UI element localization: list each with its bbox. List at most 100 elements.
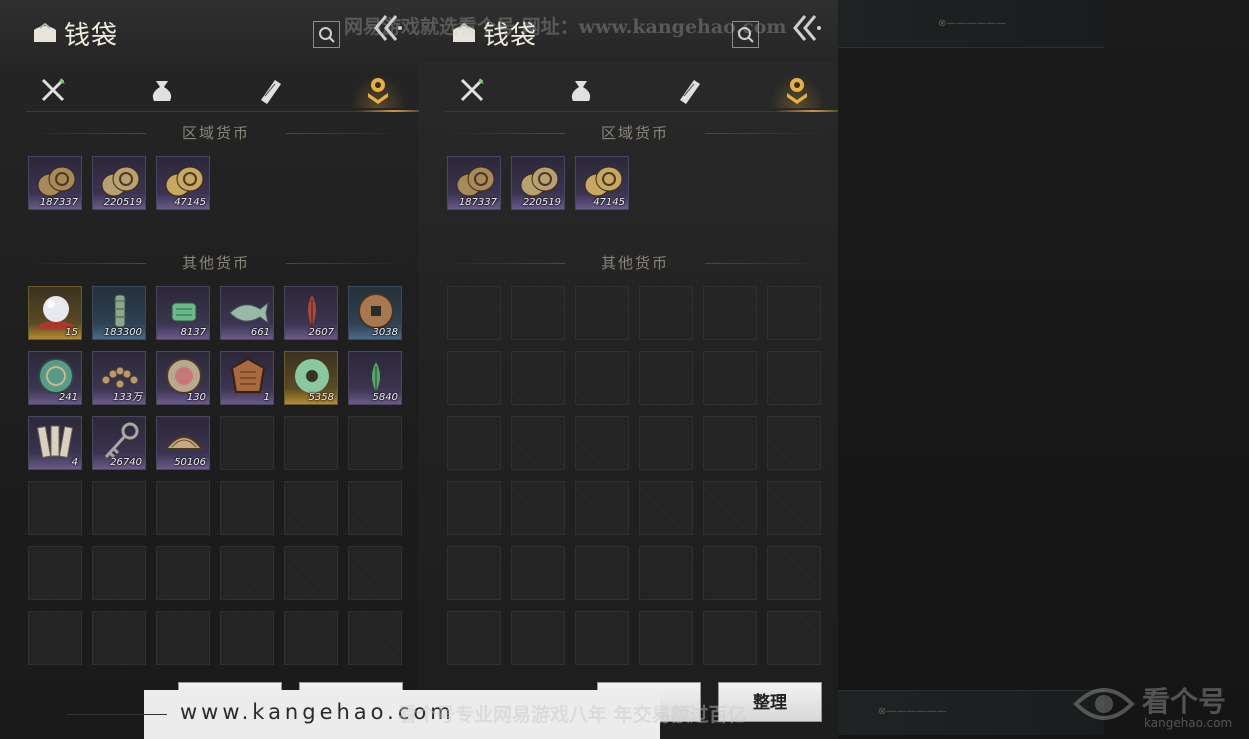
empty-slot[interactable] (575, 286, 629, 340)
currency-slot[interactable]: 2607 (284, 286, 338, 340)
pouch-icon (152, 81, 172, 101)
currency-slot[interactable]: 47145 (575, 156, 629, 210)
currency-slot[interactable]: 3038 (348, 286, 402, 340)
watermark-brand-sub: kangehao.com (1144, 716, 1233, 730)
collapse-chevron-icon[interactable] (370, 12, 408, 44)
empty-slot[interactable] (703, 546, 757, 600)
currency-slot[interactable]: 47145 (156, 156, 210, 210)
empty-slot[interactable] (447, 351, 501, 405)
currency-slot[interactable]: 26740 (92, 416, 146, 470)
empty-slot[interactable] (511, 416, 565, 470)
currency-slot[interactable]: 8137 (156, 286, 210, 340)
empty-slot[interactable] (767, 416, 821, 470)
empty-slot[interactable] (447, 286, 501, 340)
search-button[interactable] (313, 21, 340, 48)
tab-currency[interactable] (350, 74, 406, 108)
empty-slot[interactable] (348, 546, 402, 600)
currency-slot[interactable]: 133万 (92, 351, 146, 405)
empty-slot[interactable] (767, 611, 821, 665)
empty-slot[interactable] (767, 546, 821, 600)
empty-slot[interactable] (156, 481, 210, 535)
empty-slot[interactable] (92, 546, 146, 600)
empty-slot[interactable] (447, 546, 501, 600)
currency-slot[interactable]: 50106 (156, 416, 210, 470)
currency-slot[interactable]: 5840 (348, 351, 402, 405)
empty-slot[interactable] (575, 546, 629, 600)
empty-slot[interactable] (575, 416, 629, 470)
jade-piece-icon (162, 291, 206, 331)
empty-slot[interactable] (703, 611, 757, 665)
empty-slot[interactable] (220, 546, 274, 600)
empty-slot[interactable] (284, 611, 338, 665)
empty-slot[interactable] (767, 481, 821, 535)
empty-slot[interactable] (348, 416, 402, 470)
empty-slot[interactable] (220, 416, 274, 470)
collapse-chevron-icon[interactable] (789, 12, 827, 44)
empty-slot[interactable] (639, 416, 693, 470)
region-currency-grid: 187337 220519 47145 (447, 156, 821, 210)
sort-button[interactable]: 整理 (718, 682, 822, 722)
tab-scrolls[interactable] (671, 74, 707, 108)
tab-scrolls[interactable] (252, 74, 288, 108)
empty-slot[interactable] (703, 351, 757, 405)
empty-slot[interactable] (220, 481, 274, 535)
empty-slot[interactable] (28, 546, 82, 600)
empty-slot[interactable] (284, 416, 338, 470)
empty-slot[interactable] (156, 546, 210, 600)
currency-slot[interactable]: 187337 (447, 156, 501, 210)
empty-slot[interactable] (156, 611, 210, 665)
empty-slot[interactable] (92, 481, 146, 535)
empty-slot[interactable] (639, 351, 693, 405)
empty-slot[interactable] (639, 286, 693, 340)
tab-materials[interactable] (563, 74, 599, 108)
empty-slot[interactable] (511, 351, 565, 405)
empty-slot[interactable] (575, 481, 629, 535)
pouch-icon (571, 81, 591, 101)
wallet-bag-icon (453, 22, 475, 42)
search-button[interactable] (732, 21, 759, 48)
empty-slot[interactable] (639, 611, 693, 665)
currency-slot[interactable]: 4 (28, 416, 82, 470)
panel-header (419, 0, 838, 62)
currency-slot[interactable]: 220519 (511, 156, 565, 210)
empty-slot[interactable] (511, 611, 565, 665)
currency-slot[interactable]: 220519 (92, 156, 146, 210)
currency-slot[interactable]: 187337 (28, 156, 82, 210)
tab-weapons[interactable] (455, 74, 491, 108)
empty-slot[interactable] (511, 481, 565, 535)
empty-slot[interactable] (767, 286, 821, 340)
currency-slot[interactable]: 15 (28, 286, 82, 340)
tab-weapons[interactable] (36, 74, 72, 108)
empty-slot[interactable] (447, 416, 501, 470)
currency-slot[interactable]: 661 (220, 286, 274, 340)
empty-slot[interactable] (703, 416, 757, 470)
empty-slot[interactable] (511, 546, 565, 600)
empty-slot[interactable] (28, 611, 82, 665)
currency-slot[interactable]: 5358 (284, 351, 338, 405)
empty-slot[interactable] (639, 481, 693, 535)
empty-slot[interactable] (92, 611, 146, 665)
empty-slot[interactable] (28, 481, 82, 535)
currency-slot[interactable]: 1 (220, 351, 274, 405)
empty-slot[interactable] (447, 611, 501, 665)
empty-slot[interactable] (767, 351, 821, 405)
currency-icon (787, 78, 807, 104)
empty-slot[interactable] (639, 546, 693, 600)
jade-fish-icon (226, 291, 270, 331)
empty-slot[interactable] (703, 286, 757, 340)
empty-slot[interactable] (703, 481, 757, 535)
currency-slot[interactable]: 183300 (92, 286, 146, 340)
empty-slot[interactable] (348, 481, 402, 535)
empty-slot[interactable] (284, 481, 338, 535)
tab-currency[interactable] (769, 74, 825, 108)
empty-slot[interactable] (220, 611, 274, 665)
currency-slot[interactable]: 241 (28, 351, 82, 405)
empty-slot[interactable] (447, 481, 501, 535)
tab-materials[interactable] (144, 74, 180, 108)
empty-slot[interactable] (575, 351, 629, 405)
empty-slot[interactable] (348, 611, 402, 665)
empty-slot[interactable] (284, 546, 338, 600)
empty-slot[interactable] (511, 286, 565, 340)
empty-slot[interactable] (575, 611, 629, 665)
currency-slot[interactable]: 130 (156, 351, 210, 405)
